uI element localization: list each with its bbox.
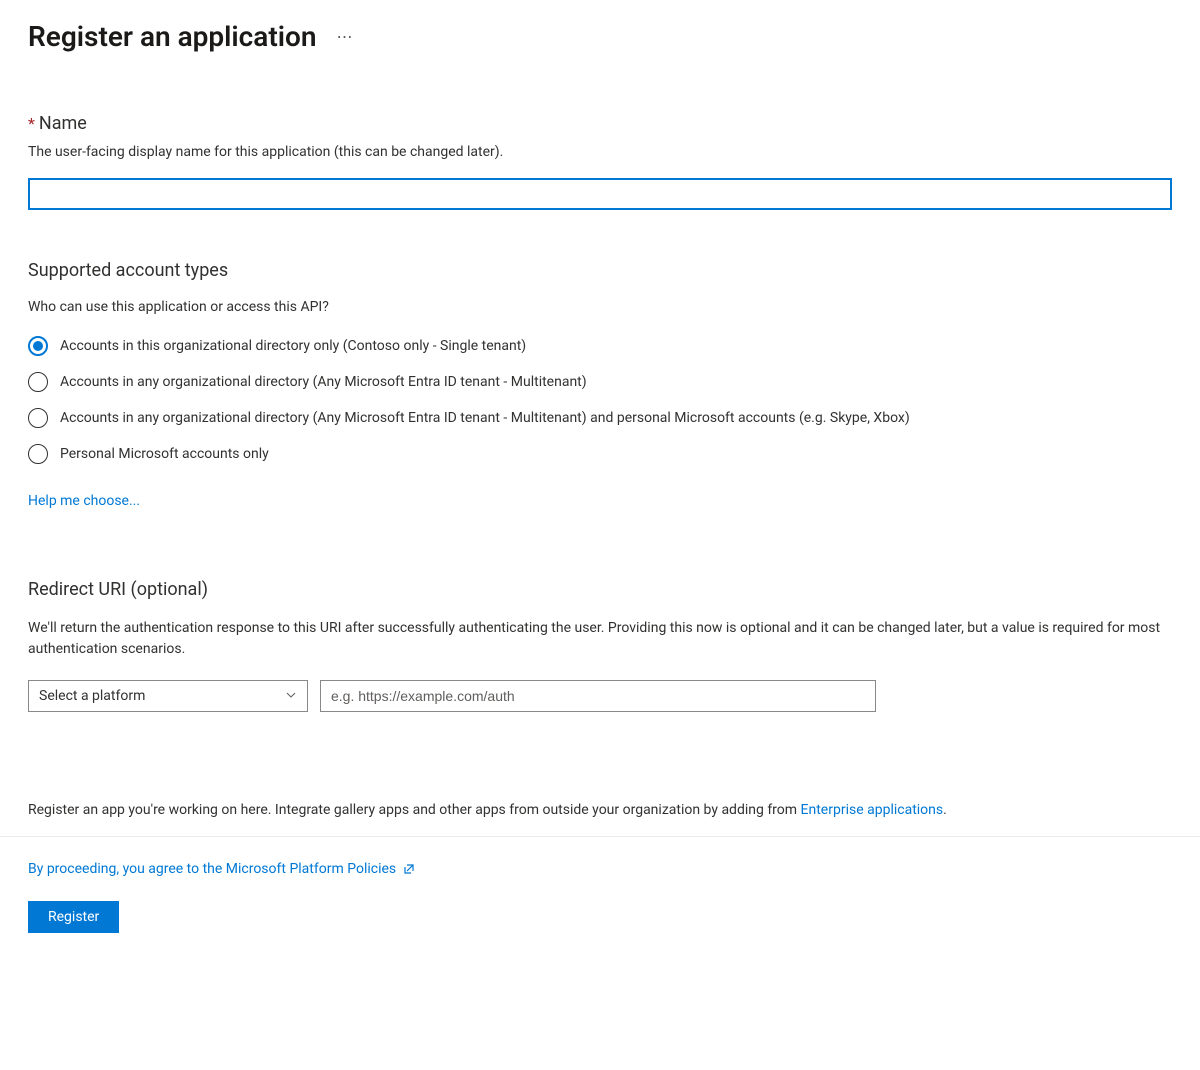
redirect-uri-description: We'll return the authentication response… [28,618,1168,660]
radio-option-multitenant-personal[interactable]: Accounts in any organizational directory… [28,407,1172,429]
enterprise-applications-link[interactable]: Enterprise applications [801,802,944,818]
radio-circle-icon [28,408,48,428]
redirect-uri-input[interactable] [320,680,876,712]
integrate-prefix: Register an app you're working on here. … [28,802,801,818]
account-types-question: Who can use this application or access t… [28,299,1172,315]
platform-policies-link[interactable]: By proceeding, you agree to the Microsof… [28,861,396,877]
radio-dot-icon [33,341,43,351]
platform-select-value: Select a platform [39,688,145,704]
radio-circle-icon [28,444,48,464]
platform-select[interactable]: Select a platform [28,680,308,712]
account-types-heading: Supported account types [28,260,1172,281]
more-icon[interactable]: ⋯ [337,27,354,46]
divider [0,836,1200,837]
radio-circle-icon [28,336,48,356]
radio-label: Accounts in this organizational director… [60,335,526,357]
name-input[interactable] [28,178,1172,210]
external-link-icon [402,862,416,876]
radio-option-single-tenant[interactable]: Accounts in this organizational director… [28,335,1172,357]
integrate-suffix: . [943,802,947,818]
help-me-choose-link[interactable]: Help me choose... [28,493,140,509]
radio-label: Personal Microsoft accounts only [60,443,269,465]
radio-option-multitenant[interactable]: Accounts in any organizational directory… [28,371,1172,393]
name-field-label: Name [39,113,87,134]
radio-option-personal-only[interactable]: Personal Microsoft accounts only [28,443,1172,465]
page-title: Register an application [28,20,317,53]
integrate-text: Register an app you're working on here. … [28,802,1172,818]
radio-circle-icon [28,372,48,392]
radio-label: Accounts in any organizational directory… [60,407,910,429]
radio-label: Accounts in any organizational directory… [60,371,587,393]
redirect-uri-heading: Redirect URI (optional) [28,579,1172,600]
register-button[interactable]: Register [28,901,119,933]
account-types-radio-group: Accounts in this organizational director… [28,335,1172,465]
name-field-description: The user-facing display name for this ap… [28,144,1172,160]
chevron-down-icon [285,689,297,704]
required-star-icon: * [28,114,35,133]
